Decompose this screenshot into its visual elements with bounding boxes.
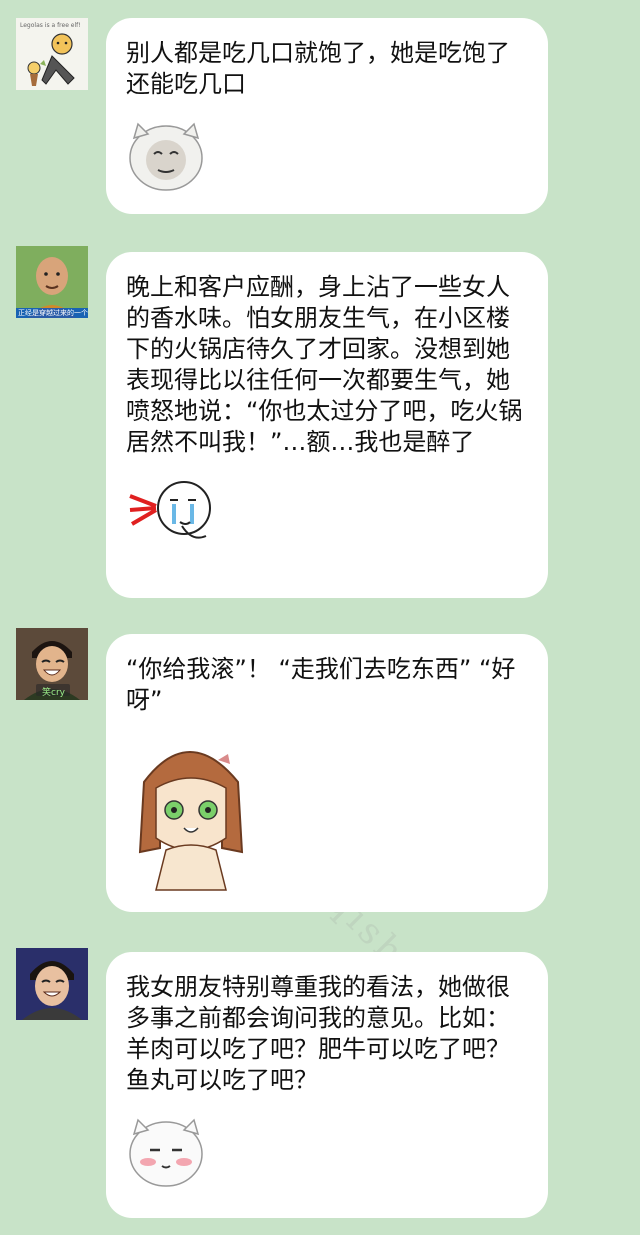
avatar-1[interactable]: Legolas is a free elf! — [16, 18, 88, 90]
message-bubble-1: 别人都是吃几口就饱了，她是吃饱了还能吃几口 — [106, 18, 548, 214]
avatar-caption: 笑cry — [42, 688, 65, 698]
chubby-face-sticker-icon — [129, 122, 203, 191]
message-text: 我女朋友特别尊重我的看法，她做很多事之前都会询问我的意见。比如：羊肉可以吃了吧？… — [126, 973, 510, 1094]
smiling-man-avatar-icon — [16, 948, 88, 1020]
avatar-3[interactable]: 笑cry — [16, 628, 88, 700]
avatar-4[interactable] — [16, 948, 88, 1020]
message-text: “你给我滚”！ “走我们去吃东西” “好呀” — [126, 655, 516, 714]
blushing-face-sticker-icon — [129, 1118, 203, 1187]
message-text: 晚上和客户应酬，身上沾了一些女人的香水味。怕女朋友生气，在小区楼下的火锅店待久了… — [126, 273, 523, 456]
crying-nosebleed-sticker-icon — [129, 481, 211, 539]
message-bubble-4: 我女朋友特别尊重我的看法，她做很多事之前都会询问我的意见。比如：羊肉可以吃了吧？… — [106, 952, 548, 1218]
avatar-2[interactable]: 正经是穿越过来的一个美男子 — [16, 246, 88, 318]
message-bubble-2: 晚上和客户应酬，身上沾了一些女人的香水味。怕女朋友生气，在小区楼下的火锅店待久了… — [106, 252, 548, 598]
message-text: 别人都是吃几口就饱了，她是吃饱了还能吃几口 — [126, 39, 510, 98]
avatar-caption: 正经是穿越过来的一个美男子 — [18, 309, 88, 317]
avatar-caption: Legolas is a free elf! — [20, 22, 81, 29]
message-bubble-3: “你给我滚”！ “走我们去吃东西” “好呀” — [106, 634, 548, 912]
anime-girl-sticker-icon — [138, 751, 244, 891]
